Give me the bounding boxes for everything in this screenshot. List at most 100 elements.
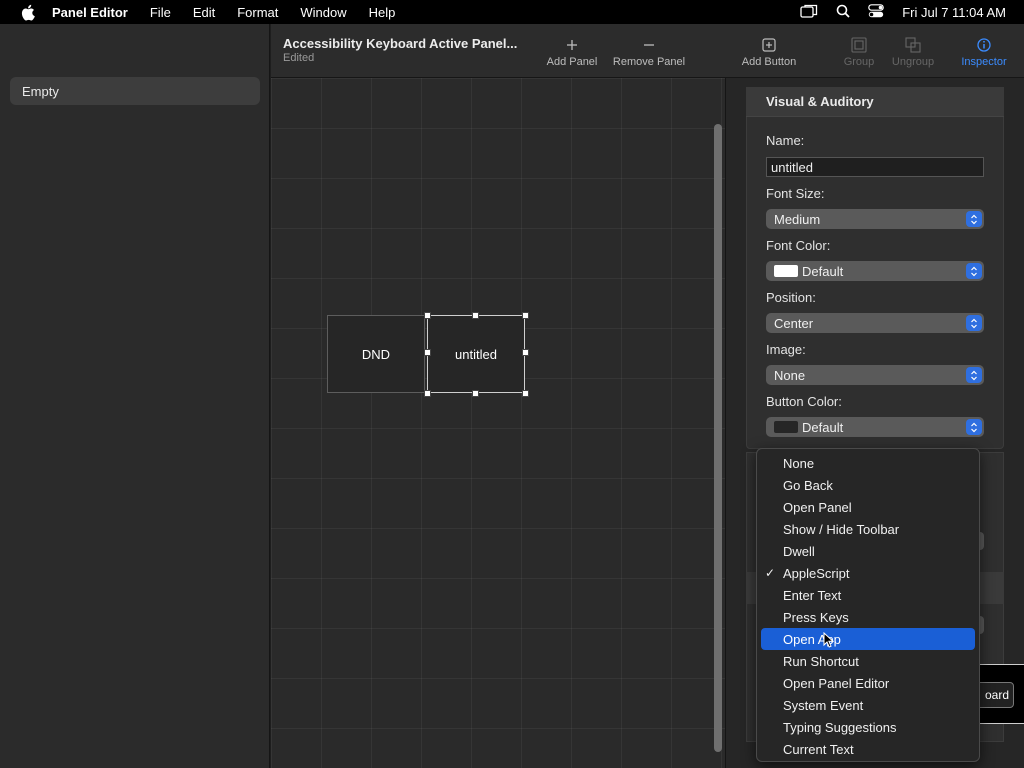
menu-help[interactable]: Help — [358, 0, 407, 24]
menu-item-label: Enter Text — [783, 587, 842, 603]
canvas-scrollbar[interactable] — [714, 124, 722, 752]
menu-item-label: System Event — [783, 697, 864, 713]
image-label: Image: — [766, 342, 806, 357]
ungroup-label: Ungroup — [891, 56, 935, 68]
sidebar-item-empty[interactable]: Empty — [10, 77, 260, 105]
menu-file[interactable]: File — [139, 0, 182, 24]
menu-item-label: Open Panel Editor — [783, 675, 890, 691]
menu-item-label: Press Keys — [783, 609, 849, 625]
menu-format[interactable]: Format — [226, 0, 289, 24]
section-header[interactable]: Visual & Auditory — [746, 87, 1004, 117]
font-color-value: Default — [802, 263, 844, 279]
document-status: Edited — [283, 52, 315, 64]
resize-handle[interactable] — [472, 312, 479, 319]
ungroup-button[interactable]: Ungroup — [873, 34, 953, 68]
chevron-updown-icon — [966, 419, 982, 435]
menu-item-run-shortcut[interactable]: Run Shortcut — [761, 650, 975, 672]
menu-item-system-event[interactable]: System Event — [761, 694, 975, 716]
button-color-popup[interactable]: Default — [766, 417, 984, 437]
resize-handle[interactable] — [424, 312, 431, 319]
name-field[interactable]: untitled — [766, 157, 984, 177]
document-title: Accessibility Keyboard Active Panel... — [283, 36, 518, 51]
menu-window[interactable]: Window — [289, 0, 357, 24]
button-color-label: Button Color: — [766, 394, 842, 409]
menu-item-go-back[interactable]: Go Back — [761, 474, 975, 496]
search-icon[interactable] — [836, 4, 850, 21]
clock[interactable]: Fri Jul 7 11:04 AM — [902, 5, 1006, 20]
menu-bar: Panel Editor File Edit Format Window Hel… — [0, 0, 1024, 24]
mouse-pointer-icon — [823, 631, 835, 651]
menu-item-enter-text[interactable]: Enter Text — [761, 584, 975, 606]
panel-button-label: untitled — [455, 346, 497, 362]
minus-icon — [609, 34, 689, 56]
menu-item-label: Open Panel — [783, 499, 852, 515]
resize-handle[interactable] — [472, 390, 479, 397]
sidebar: Empty — [0, 24, 270, 768]
font-size-label: Font Size: — [766, 186, 825, 201]
menu-item-current-text[interactable]: Current Text — [761, 738, 975, 760]
inspector-label: Inspector — [961, 56, 1007, 68]
add-panel-button[interactable]: Add Panel — [532, 34, 612, 68]
menu-item-label: Typing Suggestions — [783, 719, 897, 735]
font-color-label: Font Color: — [766, 238, 831, 253]
apple-icon[interactable] — [18, 3, 36, 21]
menu-item-open-panel[interactable]: Open Panel — [761, 496, 975, 518]
resize-handle[interactable] — [424, 349, 431, 356]
chevron-updown-icon — [966, 211, 982, 227]
menu-item-label: Current Text — [783, 741, 854, 757]
add-button-icon — [729, 34, 809, 56]
font-size-value: Medium — [774, 211, 821, 227]
chevron-updown-icon — [966, 263, 982, 279]
menu-item-dwell[interactable]: Dwell — [761, 540, 975, 562]
display-icon[interactable] — [800, 4, 818, 21]
add-button-button[interactable]: Add Button — [729, 34, 809, 68]
remove-panel-label: Remove Panel — [612, 56, 686, 68]
add-panel-label: Add Panel — [546, 56, 598, 68]
menu-item-label: Run Shortcut — [783, 653, 859, 669]
name-label: Name: — [766, 133, 805, 148]
inspector-button[interactable]: Inspector — [944, 34, 1024, 68]
resize-handle[interactable] — [424, 390, 431, 397]
control-center-icon[interactable] — [868, 3, 884, 21]
menu-item-label: Go Back — [783, 477, 833, 493]
image-popup[interactable]: None — [766, 365, 984, 385]
panel-button-dnd[interactable]: DND — [327, 315, 425, 393]
checkmark-icon: ✓ — [765, 566, 776, 580]
menu-item-label: Dwell — [783, 543, 815, 559]
position-popup[interactable]: Center — [766, 313, 984, 333]
menu-item-open-panel-editor[interactable]: Open Panel Editor — [761, 672, 975, 694]
add-button-label: Add Button — [741, 56, 797, 68]
toolbar: Accessibility Keyboard Active Panel... E… — [271, 24, 1024, 78]
chevron-updown-icon — [966, 315, 982, 331]
plus-icon — [532, 34, 612, 56]
menu-item-none[interactable]: None — [761, 452, 975, 474]
color-swatch — [774, 421, 798, 433]
info-icon — [944, 34, 1024, 56]
font-size-popup[interactable]: Medium — [766, 209, 984, 229]
panel-button-untitled[interactable]: untitled — [427, 315, 525, 393]
ungroup-icon — [873, 34, 953, 56]
panel-button-label: DND — [361, 346, 391, 362]
menu-item-typing-suggestions[interactable]: Typing Suggestions — [761, 716, 975, 738]
remove-panel-button[interactable]: Remove Panel — [609, 34, 689, 68]
menu-app-name[interactable]: Panel Editor — [52, 0, 139, 24]
button-color-value: Default — [802, 419, 844, 435]
font-color-popup[interactable]: Default — [766, 261, 984, 281]
action-dropdown-menu: None Go Back Open Panel Show / Hide Toolbar… — [756, 448, 980, 762]
resize-handle[interactable] — [522, 349, 529, 356]
menu-item-press-keys[interactable]: Press Keys — [761, 606, 975, 628]
position-label: Position: — [766, 290, 816, 305]
menu-item-open-app[interactable]: Open App — [761, 628, 975, 650]
position-value: Center — [774, 315, 814, 331]
menu-item-label: AppleScript — [783, 565, 850, 581]
keyboard-button[interactable]: oard — [974, 682, 1014, 708]
image-value: None — [774, 367, 806, 383]
panel-canvas[interactable] — [271, 78, 725, 768]
menu-edit[interactable]: Edit — [182, 0, 226, 24]
menu-item-applescript[interactable]: ✓ AppleScript — [761, 562, 975, 584]
resize-handle[interactable] — [522, 390, 529, 397]
chevron-updown-icon — [966, 367, 982, 383]
resize-handle[interactable] — [522, 312, 529, 319]
menu-item-show-hide-toolbar[interactable]: Show / Hide Toolbar — [761, 518, 975, 540]
menu-item-label: Show / Hide Toolbar — [783, 521, 900, 537]
